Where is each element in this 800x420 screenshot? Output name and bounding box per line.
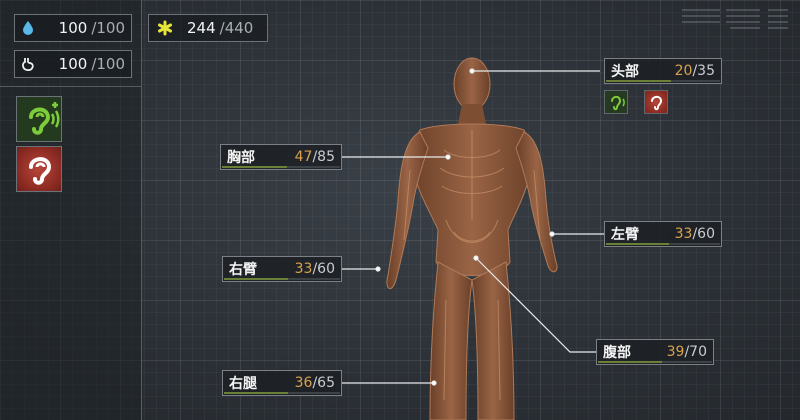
- left-arm-health-bar: [606, 243, 720, 245]
- ear-hearing-icon[interactable]: [604, 90, 628, 114]
- right-leg-label[interactable]: 右腿 36/65: [222, 370, 342, 396]
- health-bar-fill: [222, 166, 287, 168]
- head-health-bar: [606, 80, 720, 82]
- right-arm-current: 33: [294, 261, 313, 277]
- chest-current: 47: [294, 149, 313, 165]
- stomach-label[interactable]: 腹部 39/70: [596, 339, 714, 365]
- left-arm-name: 左臂: [611, 227, 639, 243]
- right-arm-name: 右臂: [229, 262, 257, 278]
- chest-health-bar: [222, 166, 340, 168]
- left-arm-label[interactable]: 左臂 33/60: [604, 221, 722, 247]
- head-current: 20: [674, 63, 693, 79]
- head-max: /35: [692, 63, 715, 79]
- right-leg-max: /65: [312, 375, 335, 391]
- right-arm-max: /60: [312, 261, 335, 277]
- health-bar-fill: [224, 392, 288, 394]
- head-name: 头部: [611, 64, 639, 80]
- right-leg-name: 右腿: [229, 376, 257, 392]
- head-label[interactable]: 头部 20/35: [604, 58, 722, 84]
- right-arm-label[interactable]: 右臂 33/60: [222, 256, 342, 282]
- stomach-health-bar: [598, 361, 712, 363]
- left-arm-max: /60: [692, 226, 715, 242]
- chest-max: /85: [312, 149, 335, 165]
- chest-name: 胸部: [227, 150, 255, 166]
- health-bar-fill: [606, 80, 671, 82]
- stomach-max: /70: [684, 344, 707, 360]
- right-leg-health-bar: [224, 392, 340, 394]
- stomach-name: 腹部: [603, 345, 631, 361]
- right-leg-current: 36: [294, 375, 313, 391]
- health-bar-fill: [598, 361, 662, 363]
- stomach-current: 39: [666, 344, 685, 360]
- left-arm-current: 33: [674, 226, 693, 242]
- ear-damaged-icon[interactable]: [644, 90, 668, 114]
- right-arm-health-bar: [224, 278, 340, 280]
- health-bar-fill: [224, 278, 288, 280]
- health-bar-fill: [606, 243, 669, 245]
- chest-label[interactable]: 胸部 47/85: [220, 144, 342, 170]
